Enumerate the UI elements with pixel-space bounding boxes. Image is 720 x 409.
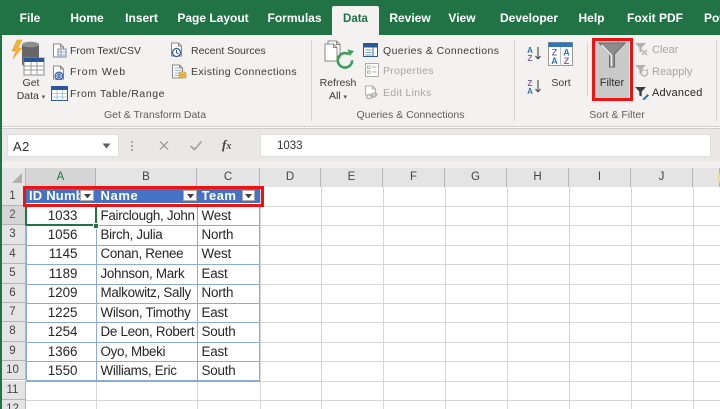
svg-text:Z: Z xyxy=(528,54,533,62)
svg-text:Z: Z xyxy=(564,56,570,66)
svg-text:A: A xyxy=(527,87,533,95)
svg-text:A: A xyxy=(551,56,558,66)
